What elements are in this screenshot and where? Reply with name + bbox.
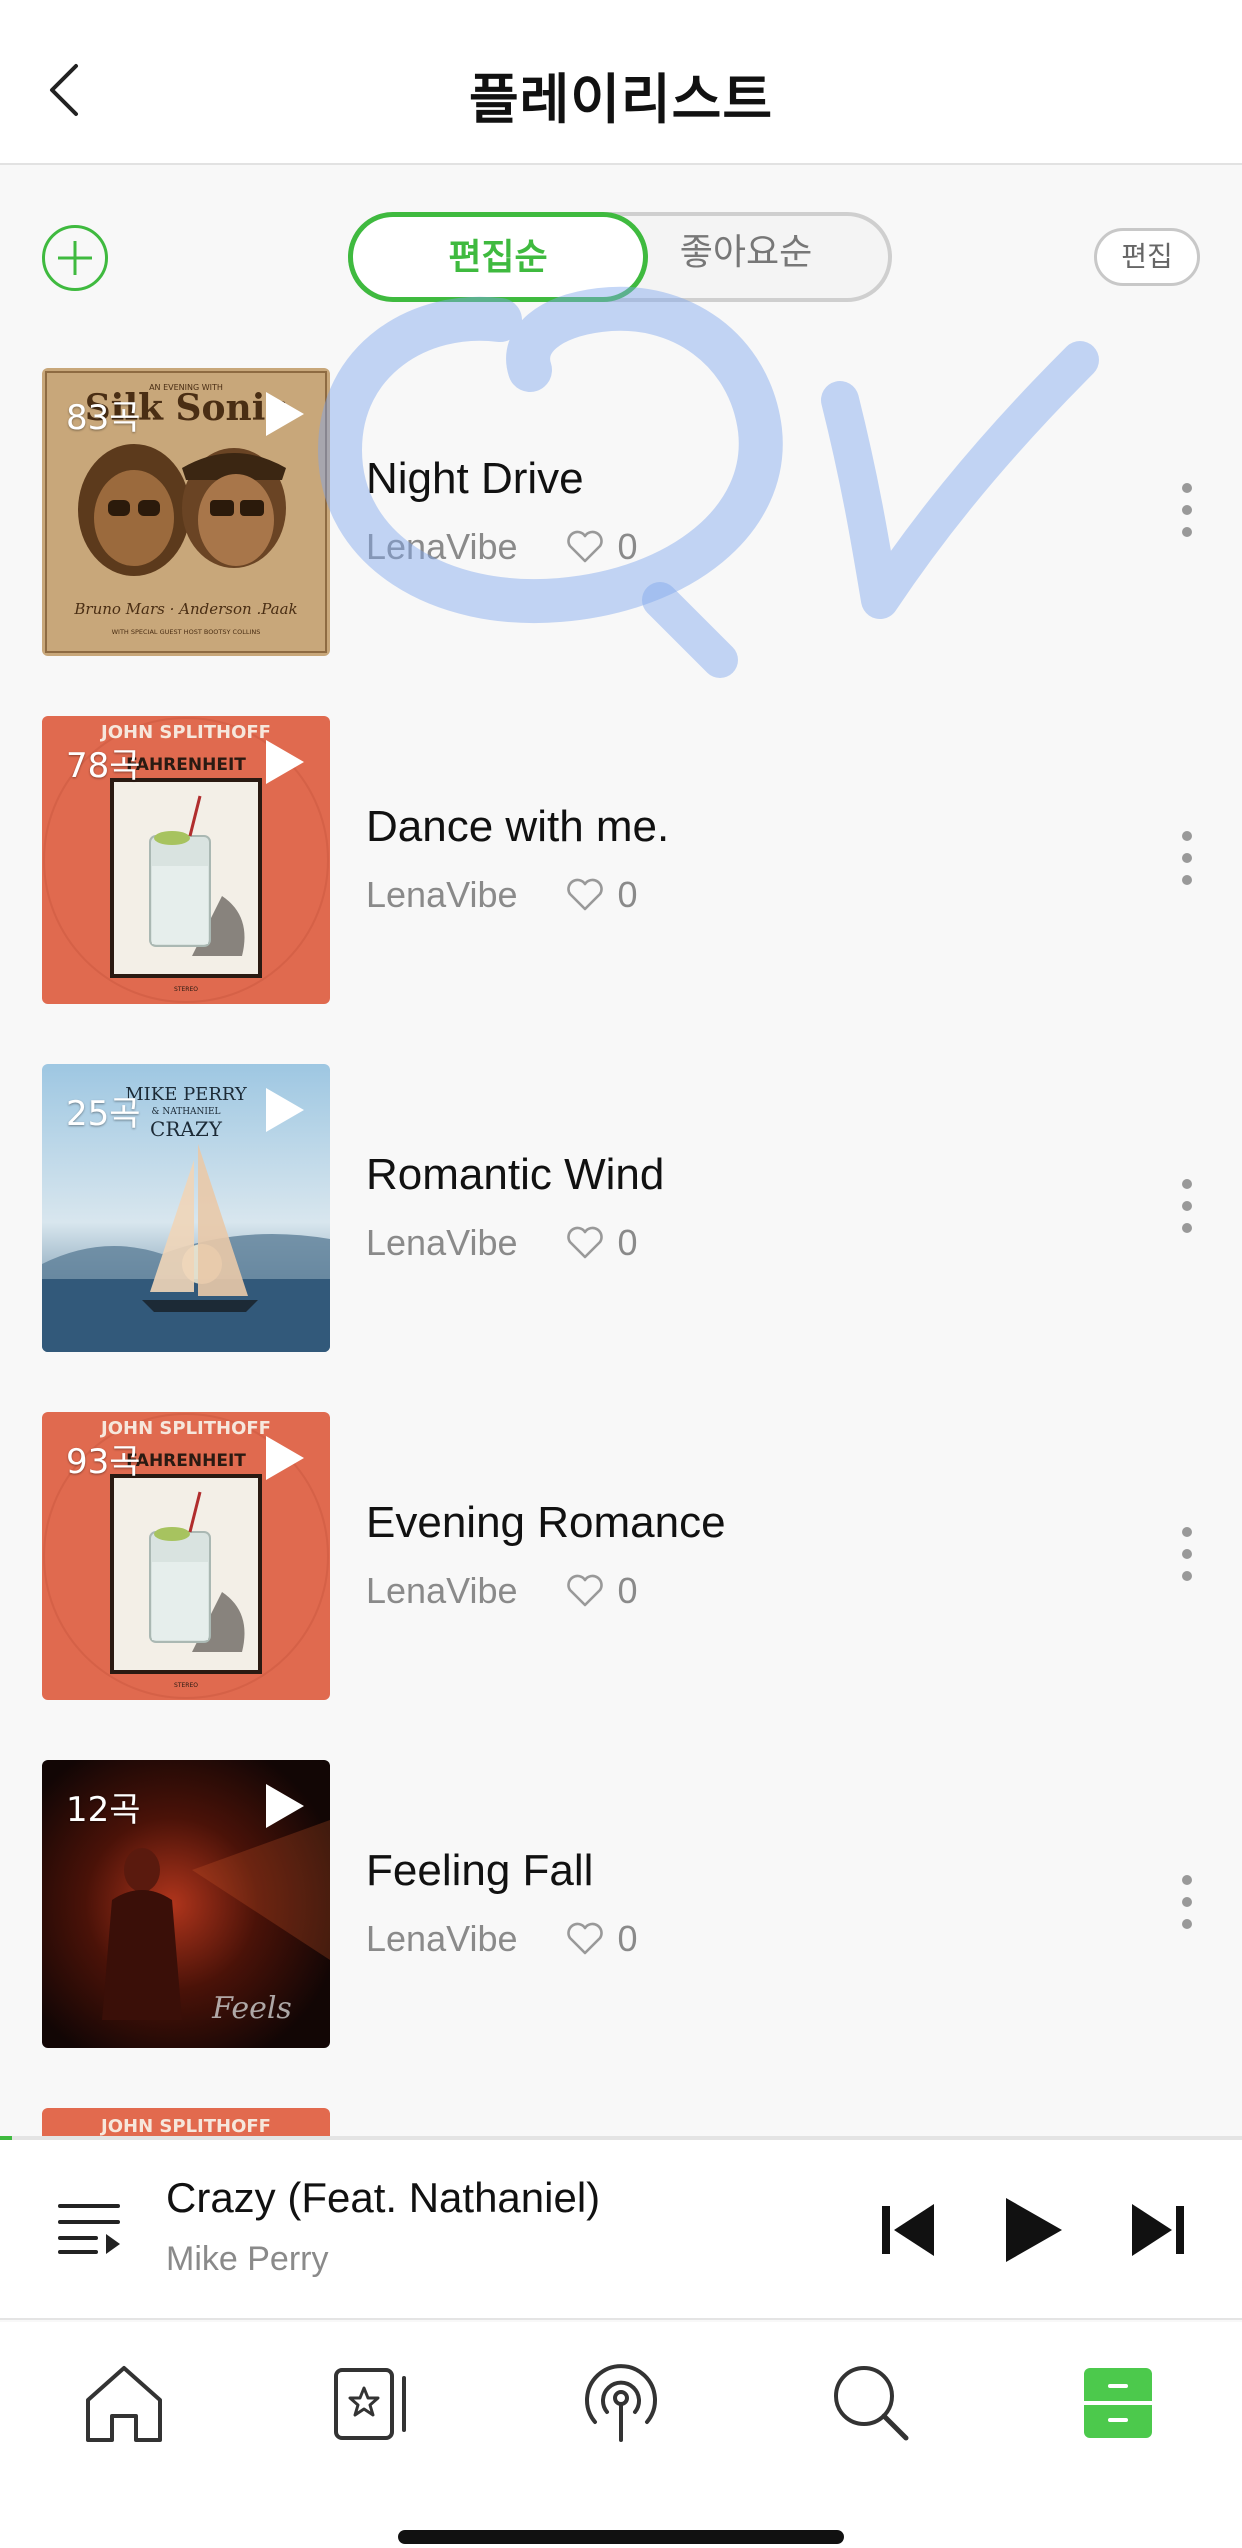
playlist-title[interactable]: Evening Romance [366,1498,726,1548]
cover-title: FAHRENHEIT [126,755,246,775]
playlist-cover[interactable]: AN EVENING WITH Silk Sonic Bruno Mars · … [42,368,330,656]
track-count: 12곡 [66,1790,141,1830]
playlist-owner: LenaVibe [366,1222,518,1263]
edit-button[interactable]: 편집 [1094,228,1200,286]
more-options-icon[interactable] [1170,478,1204,542]
playlist-owner: LenaVibe [366,1570,518,1611]
playlist-owner: LenaVibe [366,1918,518,1959]
cover-artist: MIKE PERRY [125,1084,248,1105]
sort-by-likes-button[interactable]: 좋아요순 [596,212,896,302]
track-count: 93곡 [66,1442,141,1482]
like-count: 0 [617,526,638,567]
list-item[interactable]: JOHN SPLITHOFF FAHRENHEIT STEREO 93곡 Eve… [0,1412,1242,1760]
mini-player[interactable]: Crazy (Feat. Nathaniel) Mike Perry [0,2140,1242,2320]
track-count: 83곡 [66,398,141,438]
cover-feat: & NATHANIEL [151,1107,220,1117]
list-item[interactable]: JOHN SPLITHOFF FAHRENHEIT STEREO 78곡 Dan… [0,716,1242,1064]
more-options-icon[interactable] [1170,826,1204,890]
add-playlist-button[interactable] [42,225,108,291]
play-icon[interactable] [260,1432,308,1484]
home-icon[interactable] [78,2356,170,2448]
list-item[interactable]: MIKE PERRY & NATHANIEL CRAZY 25곡 Romanti… [0,1064,1242,1412]
cover-title: CRAZY [150,1117,223,1141]
heart-icon [566,1574,603,1607]
list-item[interactable]: Feels 12곡 Feeling Fall LenaVibe 0 [0,1760,1242,2108]
cover-artists: Bruno Mars · Anderson .Paak [73,600,297,618]
playlist-meta: LenaVibe 0 [366,874,638,916]
track-count: 78곡 [66,746,141,786]
heart-icon [566,1226,603,1259]
list-item[interactable]: AN EVENING WITH Silk Sonic Bruno Mars · … [0,368,1242,716]
like-count: 0 [617,1570,638,1611]
playlist-queue-icon[interactable] [56,2198,122,2258]
playlist-meta: LenaVibe 0 [366,1918,638,1960]
playlist-cover[interactable]: JOHN SPLITHOFF FAHRENHEIT STEREO 78곡 [42,716,330,1004]
page-title: 플레이리스트 [468,68,774,131]
like-count: 0 [617,1222,638,1263]
cover-footer: STEREO [174,1682,198,1689]
playlist-owner: LenaVibe [366,526,518,567]
library-icon[interactable] [1072,2356,1164,2448]
play-icon[interactable] [260,1084,308,1136]
heart-icon [566,1922,603,1955]
cover-title: Feels [211,1991,292,2026]
more-options-icon[interactable] [1170,1522,1204,1586]
playlist-meta: LenaVibe 0 [366,526,638,568]
playlist-list: AN EVENING WITH Silk Sonic Bruno Mars · … [0,368,1242,2108]
more-options-icon[interactable] [1170,1174,1204,1238]
home-indicator [398,2530,844,2544]
playlist-cover[interactable]: JOHN SPLITHOFF FAHRENHEIT STEREO 93곡 [42,1412,330,1700]
heart-icon [566,530,603,563]
album-art-fahrenheit: JOHN SPLITHOFF [99,2116,271,2137]
more-options-icon[interactable] [1170,1870,1204,1934]
playlist-title[interactable]: Night Drive [366,454,584,504]
playlist-title[interactable]: Dance with me. [366,802,669,852]
cover-footer: WITH SPECIAL GUEST HOST BOOTSY COLLINS [112,628,261,636]
playlist-title[interactable]: Feeling Fall [366,1846,593,1896]
playlist-owner: LenaVibe [366,874,518,915]
play-icon[interactable] [260,1780,308,1832]
play-icon[interactable] [260,736,308,788]
like-count: 0 [617,874,638,915]
previous-track-icon[interactable] [878,2196,938,2264]
now-playing-artist: Mike Perry [166,2240,329,2278]
heart-icon [566,878,603,911]
tab-bar [0,2322,1242,2548]
play-icon[interactable] [1000,2196,1066,2264]
playlist-meta: LenaVibe 0 [366,1222,638,1264]
playlist-cover[interactable]: MIKE PERRY & NATHANIEL CRAZY 25곡 [42,1064,330,1352]
starred-cards-icon[interactable] [326,2356,418,2448]
playlist-meta: LenaVibe 0 [366,1570,638,1612]
playlist-cover-partial[interactable]: JOHN SPLITHOFF [42,2108,330,2138]
play-icon[interactable] [260,388,308,440]
search-icon[interactable] [824,2356,916,2448]
playlist-cover[interactable]: Feels 12곡 [42,1760,330,2048]
next-track-icon[interactable] [1128,2196,1188,2264]
cover-title: FAHRENHEIT [126,1451,246,1471]
header: 플레이리스트 [0,0,1242,165]
cover-footer: STEREO [174,986,198,993]
playlist-title[interactable]: Romantic Wind [366,1150,664,1200]
podcast-icon[interactable] [575,2356,667,2448]
now-playing-title[interactable]: Crazy (Feat. Nathaniel) [166,2174,600,2222]
sort-toggle: 편집순 좋아요순 [348,212,892,302]
cover-artist: JOHN SPLITHOFF [99,2116,271,2137]
like-count: 0 [617,1918,638,1959]
track-count: 25곡 [66,1094,141,1134]
